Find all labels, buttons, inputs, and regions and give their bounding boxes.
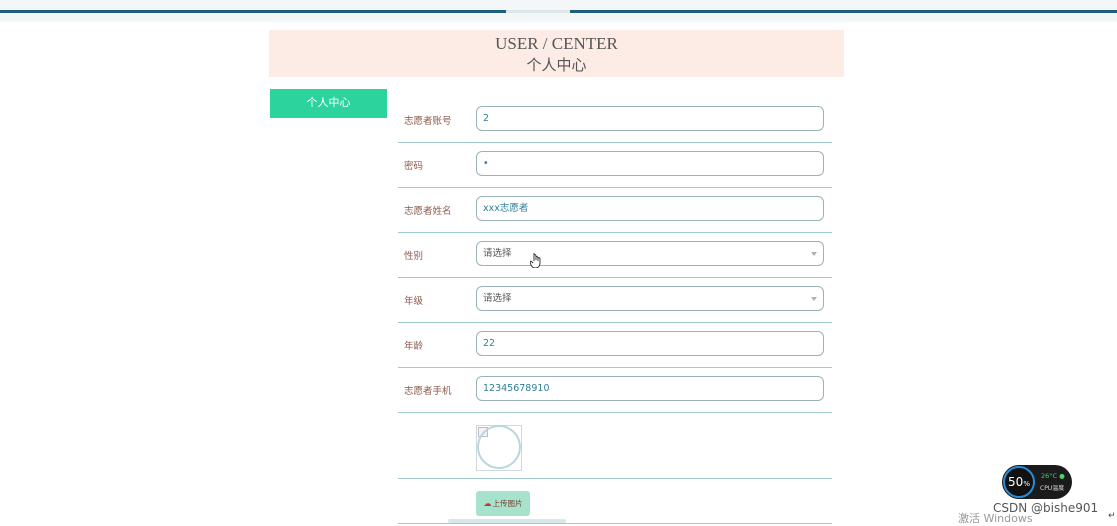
avatar-circle <box>477 425 521 469</box>
phone-label: 志愿者手机 <box>404 386 452 397</box>
cpu-temp: 26°C ● <box>1041 472 1065 480</box>
page-title-zh: 个人中心 <box>526 56 587 74</box>
gender-select[interactable]: 请选择 <box>476 241 824 266</box>
upload-image-button[interactable]: ☁上传图片 <box>476 491 530 516</box>
thermometer-icon: ● <box>1059 472 1065 480</box>
cpu-monitor-widget: 50% 26°C ● CPU温度 <box>1002 465 1072 499</box>
form-row-grade: 年级 请选择 <box>398 278 832 323</box>
phone-input[interactable]: 12345678910 <box>476 376 824 401</box>
form-row-name: 志愿者姓名 xxx志愿者 <box>398 188 832 233</box>
form-bottom-edge <box>398 519 832 523</box>
grade-label: 年级 <box>404 296 424 307</box>
chevron-down-icon <box>811 252 817 256</box>
active-tab-indicator[interactable] <box>506 10 570 13</box>
form-row-avatar <box>398 413 832 479</box>
corner-arrow-icon: ↵ <box>1108 511 1116 521</box>
avatar-image <box>476 425 522 471</box>
age-label: 年龄 <box>404 341 424 352</box>
password-label: 密码 <box>404 161 424 172</box>
cpu-usage-ring: 50% <box>1003 466 1035 498</box>
page-title-en: USER / CENTER <box>495 34 618 53</box>
cpu-usage-unit: % <box>1023 480 1030 488</box>
form-row-phone: 志愿者手机 12345678910 <box>398 368 832 413</box>
form-row-gender: 性别 请选择 <box>398 233 832 278</box>
cloud-upload-icon: ☁ <box>483 499 492 508</box>
cpu-temp-value: 26°C <box>1041 472 1058 480</box>
chevron-down-icon <box>811 297 817 301</box>
profile-form: 志愿者账号 2 密码 • 志愿者姓名 xxx志愿者 性别 请选择 年级 请选择 … <box>398 98 832 524</box>
gender-select-value: 请选择 <box>483 248 512 259</box>
password-input[interactable]: • <box>476 151 824 176</box>
form-row-password: 密码 • <box>398 143 832 188</box>
form-row-age: 年龄 22 <box>398 323 832 368</box>
account-label: 志愿者账号 <box>404 116 452 127</box>
sidebar-item-personal-center[interactable]: 个人中心 <box>270 89 387 118</box>
page-header: USER / CENTER 个人中心 <box>269 30 844 77</box>
gender-label: 性别 <box>404 251 424 262</box>
cpu-temp-label: CPU温度 <box>1040 485 1065 492</box>
csdn-watermark: CSDN @bishe901 <box>993 501 1099 515</box>
grade-select-value: 请选择 <box>483 293 512 304</box>
account-input[interactable]: 2 <box>476 106 824 131</box>
name-input[interactable]: xxx志愿者 <box>476 196 824 221</box>
form-row-upload: ☁上传图片 <box>398 479 832 524</box>
name-label: 志愿者姓名 <box>404 206 452 217</box>
partial-button-edge <box>448 519 566 523</box>
form-row-account: 志愿者账号 2 <box>398 98 832 143</box>
top-nav-bar <box>0 0 1117 22</box>
hand-cursor-icon <box>530 253 541 268</box>
age-input[interactable]: 22 <box>476 331 824 356</box>
grade-select[interactable]: 请选择 <box>476 286 824 311</box>
upload-button-label: 上传图片 <box>492 499 523 508</box>
cpu-usage-value: 50 <box>1008 475 1024 489</box>
